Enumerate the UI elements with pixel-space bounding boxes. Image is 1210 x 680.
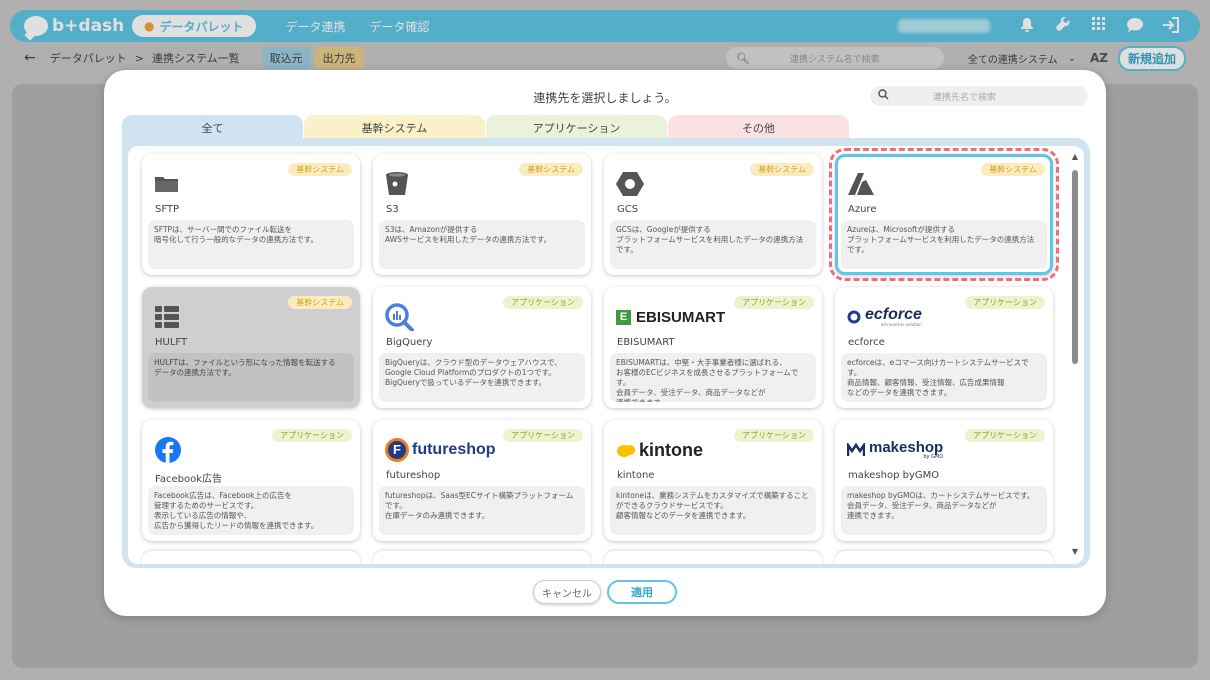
- card-azure[interactable]: 基幹システム Azure Azureは、Microsoftが提供する プラットフ…: [829, 148, 1059, 281]
- card-sftp[interactable]: 基幹システム SFTP SFTPは、サーバー間でのファイル転送を 暗号化して行う…: [142, 154, 360, 275]
- badge-application: アプリケーション: [965, 429, 1045, 442]
- scroll-thumb[interactable]: [1072, 170, 1078, 364]
- card-description: Facebook広告は、Facebook上の広告を 管理するためのサービスです。…: [148, 486, 354, 535]
- card-description: GCSは、Googleが提供する プラットフォームサービスを利用したデータの連携…: [610, 220, 816, 269]
- card-name: EBISUMART: [617, 337, 675, 348]
- card-kintone[interactable]: アプリケーション kintone kintone kintoneは、業務システム…: [604, 420, 822, 541]
- makeshop-logo: makeshop by GMO: [847, 436, 943, 464]
- card-name: HULFT: [155, 337, 188, 348]
- kintone-cloud-icon: [617, 445, 635, 457]
- card-name: GCS: [617, 204, 639, 215]
- card-description: HULFTは、ファイルという形になった情報を転送する データの連携方法です。: [148, 353, 354, 402]
- apply-button[interactable]: 適用: [607, 580, 677, 604]
- vertical-scrollbar[interactable]: ▲ ▼: [1070, 152, 1080, 556]
- facebook-icon: [154, 436, 182, 464]
- card-partial[interactable]: [373, 551, 591, 564]
- ecforce-logo-block: ecforce all-round ec solution: [865, 307, 922, 327]
- futureshop-f-icon: F: [385, 438, 409, 462]
- card-name: S3: [386, 204, 399, 215]
- card-description: S3は、Amazonが提供する AWSサービスを利用したデータの連携方法です。: [379, 220, 585, 269]
- badge-application: アプリケーション: [734, 296, 814, 309]
- futureshop-logo-text: futureshop: [412, 441, 496, 458]
- makeshop-m-icon: [847, 443, 865, 456]
- modal-search-input[interactable]: 連携先名で検索: [870, 86, 1088, 106]
- card-bigquery[interactable]: アプリケーション BigQuery BigQueryは、クラウド型のデータウェア…: [373, 287, 591, 408]
- azure-logo-icon: [847, 170, 875, 198]
- modal-search-placeholder: 連携先名で検索: [933, 92, 997, 103]
- card-description: futureshopは、Saas型ECサイト構築プラットフォーム です。 在庫デ…: [379, 486, 585, 535]
- card-description: makeshop byGMOは、カートシステムサービスです。 会員データ、受注デ…: [841, 486, 1047, 535]
- hexagon-icon: [616, 170, 644, 198]
- card-ecforce[interactable]: アプリケーション ecforce all-round ec solution e…: [835, 287, 1053, 408]
- card-description: EBISUMARTは、中堅・大手事業者様に選ばれる、 お客様のECビジネスを成長…: [610, 353, 816, 402]
- badge-core-system: 基幹システム: [288, 296, 352, 309]
- card-partial[interactable]: [142, 551, 360, 564]
- card-ebisumart[interactable]: アプリケーション E EBISUMART EBISUMART EBISUMART…: [604, 287, 822, 408]
- card-name: kintone: [617, 470, 655, 481]
- connection-select-modal: 連携先を選択しましょう。 連携先名で検索 全て 基幹システム アプリケーション …: [104, 70, 1106, 616]
- ebisumart-e-icon: E: [616, 309, 631, 325]
- scroll-up-arrow-icon[interactable]: ▲: [1070, 152, 1080, 161]
- badge-core-system: 基幹システム: [750, 163, 814, 176]
- badge-application: アプリケーション: [734, 429, 814, 442]
- badge-core-system: 基幹システム: [519, 163, 583, 176]
- bucket-icon: [385, 170, 409, 198]
- badge-application: アプリケーション: [503, 429, 583, 442]
- kintone-logo: kintone: [616, 436, 703, 464]
- card-makeshop[interactable]: アプリケーション makeshop by GMO makeshop byGMO …: [835, 420, 1053, 541]
- card-futureshop[interactable]: アプリケーション F futureshop futureshop futures…: [373, 420, 591, 541]
- ebisumart-logo-text: EBISUMART: [636, 308, 726, 326]
- search-icon: [878, 89, 889, 103]
- next-row-cards: [142, 551, 1053, 564]
- card-description: kintoneは、業務システムをカスタマイズで構築すること ができるクラウドサー…: [610, 486, 816, 535]
- badge-core-system: 基幹システム: [288, 163, 352, 176]
- card-name: Facebook広告: [155, 474, 222, 485]
- modal-footer: キャンセル 適用: [104, 580, 1106, 604]
- badge-application: アプリケーション: [272, 429, 352, 442]
- card-name: makeshop byGMO: [848, 470, 940, 481]
- card-s3[interactable]: 基幹システム S3 S3は、Amazonが提供する AWSサービスを利用したデー…: [373, 154, 591, 275]
- card-partial[interactable]: [604, 551, 822, 564]
- cancel-button[interactable]: キャンセル: [533, 580, 601, 604]
- badge-application: アプリケーション: [965, 296, 1045, 309]
- makeshop-logo-text: makeshop: [869, 439, 944, 456]
- card-scroll-area[interactable]: 基幹システム SFTP SFTPは、サーバー間でのファイル転送を 暗号化して行う…: [128, 146, 1084, 564]
- card-name: BigQuery: [386, 337, 433, 348]
- table-grid-icon: [154, 303, 180, 331]
- ecforce-logo: ecforce all-round ec solution: [847, 303, 922, 331]
- card-name: SFTP: [155, 204, 180, 215]
- connection-card-grid: 基幹システム SFTP SFTPは、サーバー間でのファイル転送を 暗号化して行う…: [142, 148, 1059, 541]
- ecforce-logo-sub: all-round ec solution: [881, 322, 922, 327]
- ecforce-ring-icon: [847, 310, 861, 324]
- card-facebook-ads[interactable]: アプリケーション Facebook広告 Facebook広告は、Facebook…: [142, 420, 360, 541]
- bigquery-logo-icon: [385, 303, 415, 331]
- card-hulft[interactable]: 基幹システム HULFT HULFTは、ファイルという形になった情報を転送する …: [142, 287, 360, 408]
- card-name: Azure: [848, 204, 877, 215]
- card-name: futureshop: [386, 470, 441, 481]
- card-description: Azureは、Microsoftが提供する プラットフォームサービスを利用したデ…: [841, 220, 1047, 269]
- card-gcs[interactable]: 基幹システム GCS GCSは、Googleが提供する プラットフォームサービス…: [604, 154, 822, 275]
- scroll-down-arrow-icon[interactable]: ▼: [1070, 547, 1080, 556]
- card-name: ecforce: [848, 337, 885, 348]
- makeshop-logo-sub: by GMO: [923, 454, 944, 460]
- card-description: ecforceは、eコマース向けカートシステムサービスです。 商品情報、顧客情報…: [841, 353, 1047, 402]
- card-description: SFTPは、サーバー間でのファイル転送を 暗号化して行う一般的なデータの連携方法…: [148, 220, 354, 269]
- card-description: BigQueryは、クラウド型のデータウェアハウスで、 Google Cloud…: [379, 353, 585, 402]
- badge-core-system: 基幹システム: [981, 163, 1045, 176]
- futureshop-logo: F futureshop: [385, 436, 496, 464]
- badge-application: アプリケーション: [503, 296, 583, 309]
- folder-icon: [154, 170, 180, 198]
- ebisumart-logo: E EBISUMART: [616, 303, 725, 331]
- ecforce-logo-text: ecforce: [865, 306, 922, 323]
- card-panel: 基幹システム SFTP SFTPは、サーバー間でのファイル転送を 暗号化して行う…: [122, 138, 1090, 568]
- makeshop-logo-block: makeshop by GMO: [869, 440, 943, 460]
- card-partial[interactable]: [835, 551, 1053, 564]
- kintone-logo-text: kintone: [639, 439, 704, 460]
